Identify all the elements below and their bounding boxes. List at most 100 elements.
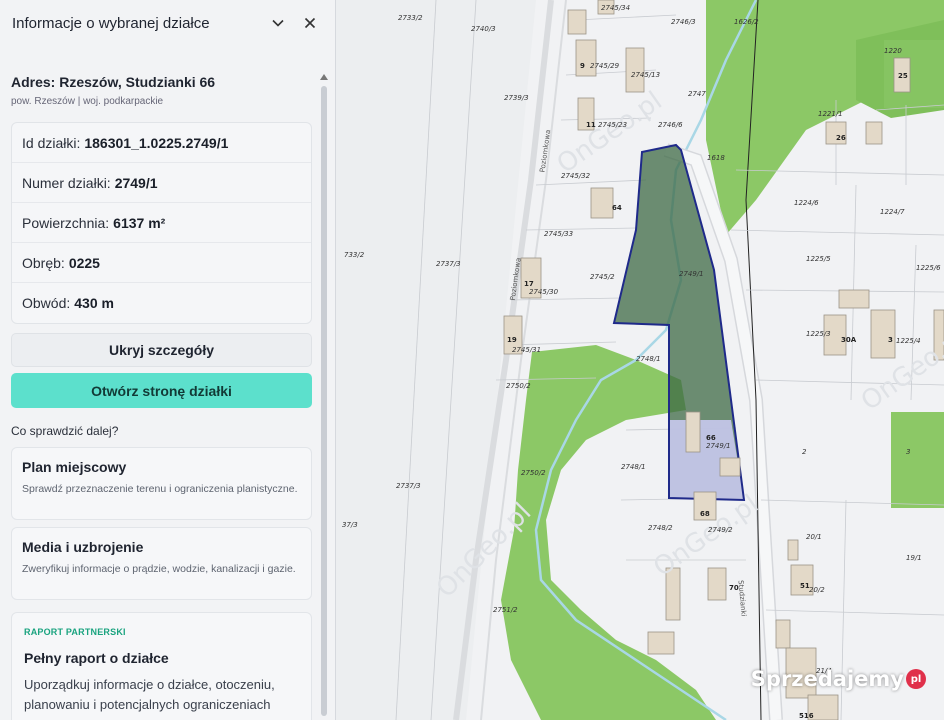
parcel-label: 2745/2 — [590, 273, 615, 281]
detail-label: Id działki: — [22, 134, 81, 151]
partner-title: Pełny raport o działce — [24, 650, 169, 666]
parcel-label: 37/3 — [342, 521, 358, 529]
parcel-label: 2745/13 — [631, 71, 660, 79]
partner-report-card[interactable]: RAPORT PARTNERSKI Pełny raport o działce… — [11, 612, 312, 720]
parcel-label: 20/2 — [809, 586, 825, 594]
parcel-label: 1220 — [884, 47, 902, 55]
parcel-label: 70 — [729, 584, 739, 592]
parcel-label: 1618 — [707, 154, 725, 162]
detail-value: 430 m — [74, 295, 114, 311]
card-description: Sprawdź przeznaczenie terenu i ogranicze… — [22, 483, 298, 495]
parcel-label: 2745/32 — [561, 172, 591, 180]
next-steps-heading: Co sprawdzić dalej? — [11, 424, 119, 438]
parcel-label: 19/1 — [906, 554, 922, 562]
parcel-label: 1225/3 — [806, 330, 831, 338]
partner-tag: RAPORT PARTNERSKI — [24, 627, 126, 637]
parcel-label: 1224/6 — [794, 199, 819, 207]
parcel-label: 2748/1 — [636, 355, 661, 363]
parcel-label: 26 — [836, 134, 846, 142]
parcel-label: 20/1 — [806, 533, 822, 541]
parcel-label: 64 — [612, 204, 622, 212]
panel-header: Informacje o wybranej działce — [0, 0, 335, 46]
parcel-label: 2745/30 — [529, 288, 559, 296]
parcel-label: 2748/1 — [621, 463, 646, 471]
green-area — [891, 412, 944, 508]
parcel-label: 2745/34 — [601, 4, 630, 12]
parcel-label: 1225/5 — [806, 255, 831, 263]
detail-row-id: Id działki: 186301_1.0225.2749/1 — [12, 123, 311, 163]
parcel-label: 2 — [802, 448, 807, 456]
parcel-label: 2746/6 — [658, 121, 683, 129]
parcel-label: 2750/2 — [521, 469, 546, 477]
parcel-label: 9 — [580, 62, 585, 70]
parcel-label: 1225/4 — [896, 337, 921, 345]
parcel-label: 2750/2 — [506, 382, 531, 390]
detail-value: 6137 m² — [113, 214, 166, 231]
parcel-label: 2749/1 — [706, 442, 731, 450]
parcel-label: 2740/3 — [471, 25, 496, 33]
map-canvas[interactable]: OnGeo.pl OnGeo.pl OnGeo.pl OnGeo.pl Pozi… — [336, 0, 944, 720]
utilities-card[interactable]: Media i uzbrojenie Zweryfikuj informacje… — [11, 527, 312, 600]
parcel-label: 30A — [841, 336, 857, 344]
scroll-up-arrow-icon[interactable] — [318, 72, 330, 82]
open-parcel-page-button[interactable]: Otwórz stronę działki — [11, 373, 312, 408]
parcel-label: 2737/3 — [396, 482, 421, 490]
detail-value: 186301_1.0225.2749/1 — [84, 134, 229, 151]
detail-row-precinct: Obręb: 0225 — [12, 243, 311, 283]
brand-text: Sprzedajemy — [750, 667, 904, 691]
parcel-label: 2751/2 — [493, 606, 518, 614]
detail-label: Powierzchnia: — [22, 214, 110, 231]
hide-details-button[interactable]: Ukryj szczegóły — [11, 333, 312, 367]
card-title: Plan miejscowy — [22, 459, 127, 475]
panel-title: Informacje o wybranej działce — [12, 14, 210, 32]
parcel-label: 2737/3 — [436, 260, 461, 268]
parcel-label: 1224/7 — [880, 208, 905, 216]
parcel-label: 2739/3 — [504, 94, 529, 102]
parcel-label: 3 — [906, 448, 910, 456]
address-block: Adres: Rzeszów, Studzianki 66 pow. Rzesz… — [11, 74, 311, 107]
parcel-label: 1221/1 — [818, 110, 843, 118]
parcel-label: 733/2 — [344, 251, 365, 259]
parcel-label: 2745/33 — [544, 230, 573, 238]
brand-logo-dot: pl — [906, 669, 926, 689]
parcel-label: 19 — [507, 336, 517, 344]
detail-row-number: Numer działki: 2749/1 — [12, 163, 311, 203]
parcel-label: 2749/2 — [708, 526, 733, 534]
detail-label: Numer działki: — [22, 174, 111, 191]
parcel-label: 68 — [700, 510, 710, 518]
detail-row-perimeter: Obwód: 430 m — [12, 283, 311, 323]
card-title: Media i uzbrojenie — [22, 539, 144, 555]
panel-scrollbar[interactable] — [321, 86, 327, 716]
parcel-label: 66 — [706, 434, 716, 442]
address-subtitle: pow. Rzeszów | woj. podkarpackie — [11, 96, 164, 107]
chevron-down-icon — [272, 19, 284, 27]
address-title: Adres: Rzeszów, Studzianki 66 — [11, 74, 216, 90]
parcel-label: 17 — [524, 280, 534, 288]
detail-label: Obręb: — [22, 254, 65, 271]
card-description: Zweryfikuj informacje o prądzie, wodzie,… — [22, 563, 296, 575]
cadastral-map[interactable]: OnGeo.pl OnGeo.pl OnGeo.pl OnGeo.pl Pozi… — [336, 0, 944, 720]
local-plan-card[interactable]: Plan miejscowy Sprawdź przeznaczenie ter… — [11, 447, 312, 520]
parcel-label: 3 — [888, 336, 893, 344]
close-icon — [304, 17, 316, 29]
parcel-label: 11 — [586, 121, 596, 129]
close-button[interactable] — [297, 10, 323, 36]
parcel-label: 2749/1 — [679, 270, 704, 278]
detail-row-area: Powierzchnia: 6137 m² — [12, 203, 311, 243]
parcel-label: 516 — [799, 712, 814, 720]
collapse-button[interactable] — [265, 10, 291, 36]
detail-value: 2749/1 — [114, 174, 158, 191]
parcel-label: 25 — [898, 72, 908, 80]
parcel-label: 1225/6 — [916, 264, 941, 272]
parcel-label: 1626/2 — [734, 18, 759, 26]
parcel-label: 2745/29 — [590, 62, 620, 70]
parcel-label: 2746/3 — [671, 18, 696, 26]
detail-label: Obwód: — [22, 295, 71, 311]
partner-description: Uporządkuj informacje o działce, otoczen… — [24, 677, 275, 713]
parcel-label: 2745/23 — [598, 121, 627, 129]
parcel-label: 2747 — [688, 90, 706, 98]
parcel-info-panel: Informacje o wybranej działce Adres: Rze… — [0, 0, 336, 720]
sprzedajemy-watermark: Sprzedajemy pl — [751, 667, 926, 691]
parcel-label: 2745/31 — [512, 346, 541, 354]
parcel-label: 2748/2 — [648, 524, 673, 532]
